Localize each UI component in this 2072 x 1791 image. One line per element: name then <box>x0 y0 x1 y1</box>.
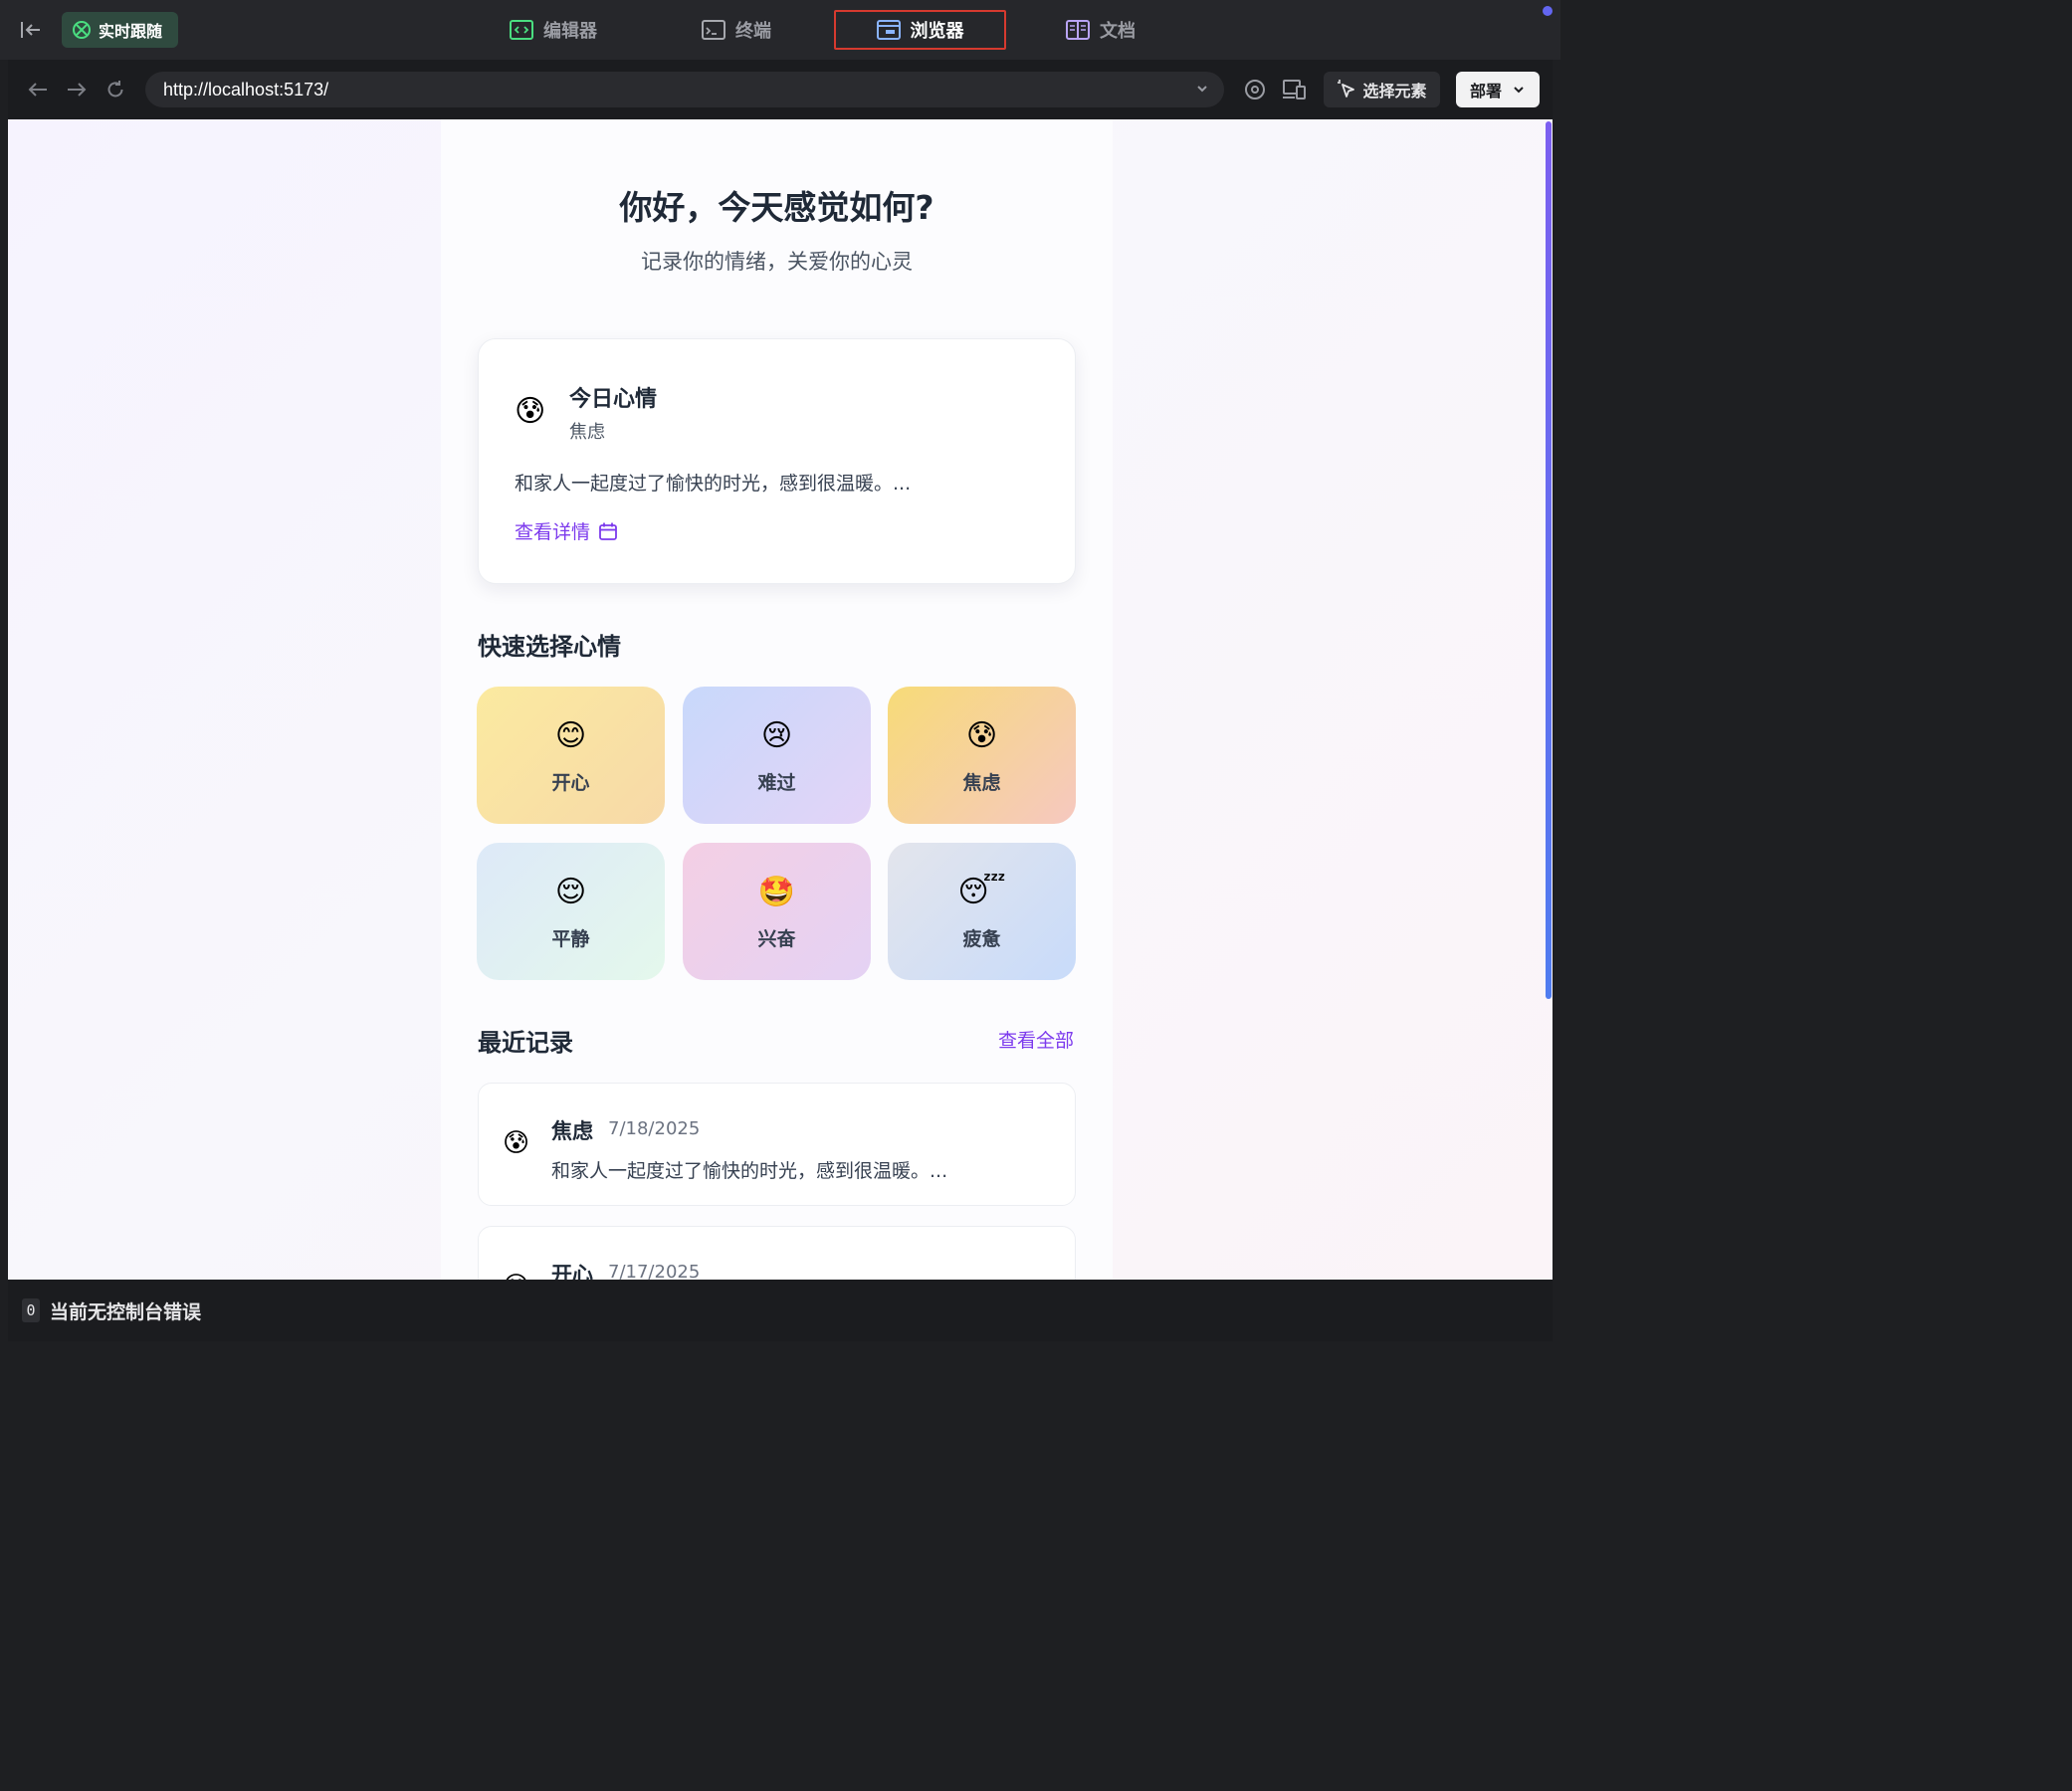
tab-docs-label: 文档 <box>1100 21 1136 42</box>
browser-toolbar: http://localhost:5173/ 选择元素 部署 <box>8 60 1553 119</box>
reload-button[interactable] <box>104 78 127 101</box>
tab-browser-label: 浏览器 <box>910 21 964 42</box>
today-mood-card: 😰 今日心情 焦虑 和家人一起度过了愉快的时光，感到很温暖。... 查看详情 <box>478 338 1076 584</box>
responsive-view-button[interactable] <box>1282 78 1306 101</box>
chevron-down-icon[interactable] <box>1194 81 1210 97</box>
browser-window-icon <box>876 20 901 40</box>
follow-target-icon <box>73 21 91 39</box>
record-note: 和家人一起度过了愉快的时光，感到很温暖。... <box>551 1160 948 1182</box>
anxious-emoji-icon: 😰 <box>515 394 546 429</box>
deploy-button[interactable]: 部署 <box>1456 72 1540 107</box>
mood-option-label: 难过 <box>757 772 796 794</box>
page-subtitle: 记录你的情绪，关爱你的心灵 <box>641 250 913 274</box>
console-bar: 0 当前无控制台错误 <box>8 1280 1553 1341</box>
mood-option-label: 焦虑 <box>962 772 1001 794</box>
tab-terminal[interactable]: 终端 <box>702 10 771 50</box>
view-details-link[interactable]: 查看详情 <box>515 517 618 544</box>
inspect-button[interactable] <box>1243 78 1267 101</box>
calendar-icon <box>599 522 617 540</box>
record-date: 7/17/2025 <box>608 1262 701 1280</box>
forward-button[interactable] <box>65 78 89 101</box>
mood-option-excited[interactable]: 🤩 兴奋 <box>683 843 871 980</box>
view-all-link[interactable]: 查看全部 <box>998 1026 1074 1053</box>
live-follow-label: 实时跟随 <box>99 22 163 41</box>
error-count-badge: 0 <box>22 1298 40 1322</box>
quick-select-title: 快速选择心情 <box>478 633 621 661</box>
anxious-emoji-icon: 😰 <box>503 1128 530 1158</box>
tab-editor-label: 编辑器 <box>543 21 597 42</box>
record-date: 7/18/2025 <box>608 1118 701 1139</box>
select-element-button[interactable]: 选择元素 <box>1324 72 1440 107</box>
terminal-icon <box>702 20 725 40</box>
view-details-label: 查看详情 <box>515 521 591 543</box>
happy-emoji-icon: 😊 <box>554 718 587 753</box>
tab-docs[interactable]: 文档 <box>1066 10 1136 50</box>
anxious-emoji-icon: 😰 <box>965 718 998 753</box>
mood-option-label: 开心 <box>551 772 590 794</box>
mood-option-anxious[interactable]: 😰 焦虑 <box>888 687 1076 824</box>
mood-option-label: 平静 <box>551 928 590 950</box>
console-status-message: 当前无控制台错误 <box>50 1301 202 1323</box>
mood-option-happy[interactable]: 😊 开心 <box>477 687 665 824</box>
mood-option-calm[interactable]: 😌 平静 <box>477 843 665 980</box>
select-element-label: 选择元素 <box>1362 82 1427 100</box>
relieved-emoji-icon: 😌 <box>554 875 587 909</box>
mood-option-sad[interactable]: 😢 难过 <box>683 687 871 824</box>
mood-app: 你好，今天感觉如何? 记录你的情绪，关爱你的心灵 😰 今日心情 焦虑 和家人一起… <box>441 119 1113 1280</box>
tab-browser[interactable]: 浏览器 <box>834 10 1006 50</box>
url-input[interactable]: http://localhost:5173/ <box>145 72 1224 107</box>
collapse-left-icon <box>21 22 40 38</box>
today-mood-note: 和家人一起度过了愉快的时光，感到很温暖。... <box>515 473 912 495</box>
tab-editor[interactable]: 编辑器 <box>510 10 597 50</box>
crying-emoji-icon: 😢 <box>760 718 793 753</box>
deploy-label: 部署 <box>1469 82 1502 100</box>
happy-emoji-icon: 😊 <box>503 1272 529 1280</box>
compass-icon <box>1245 80 1265 100</box>
mood-option-tired[interactable]: 😴 疲惫 <box>888 843 1076 980</box>
today-mood-value: 焦虑 <box>569 422 605 443</box>
scrollbar[interactable] <box>1546 121 1552 999</box>
record-mood: 开心 <box>551 1263 593 1280</box>
reload-icon <box>107 81 123 98</box>
url-text: http://localhost:5173/ <box>163 79 329 100</box>
recent-records-title: 最近记录 <box>478 1029 573 1057</box>
record-mood: 焦虑 <box>551 1119 593 1143</box>
record-item[interactable]: 😰 焦虑 7/18/2025 和家人一起度过了愉快的时光，感到很温暖。... <box>478 1083 1076 1206</box>
notification-dot <box>1543 6 1553 16</box>
record-item[interactable]: 😊 开心 7/17/2025 <box>478 1226 1076 1280</box>
tab-terminal-label: 终端 <box>735 21 771 42</box>
chevron-down-icon <box>1514 87 1524 94</box>
live-follow-button[interactable]: 实时跟随 <box>62 12 178 48</box>
arrow-right-icon <box>68 83 87 97</box>
browser-viewport: 你好，今天感觉如何? 记录你的情绪，关爱你的心灵 😰 今日心情 焦虑 和家人一起… <box>8 119 1553 1280</box>
mood-option-label: 疲惫 <box>962 928 1001 950</box>
devices-icon <box>1283 80 1306 100</box>
top-bar: 实时跟随 编辑器 终端 浏览器 文档 <box>0 0 1560 60</box>
arrow-left-icon <box>28 83 47 97</box>
mood-option-label: 兴奋 <box>757 928 796 950</box>
cursor-select-icon <box>1338 80 1355 98</box>
sleeping-emoji-icon: 😴 <box>957 875 1006 909</box>
star-struck-emoji-icon: 🤩 <box>757 875 796 909</box>
collapse-sidebar-button[interactable] <box>14 14 48 46</box>
page-title: 你好，今天感觉如何? <box>619 188 934 227</box>
code-window-icon <box>510 20 533 40</box>
back-button[interactable] <box>26 78 50 101</box>
today-mood-title: 今日心情 <box>569 387 658 412</box>
book-icon <box>1066 20 1090 40</box>
